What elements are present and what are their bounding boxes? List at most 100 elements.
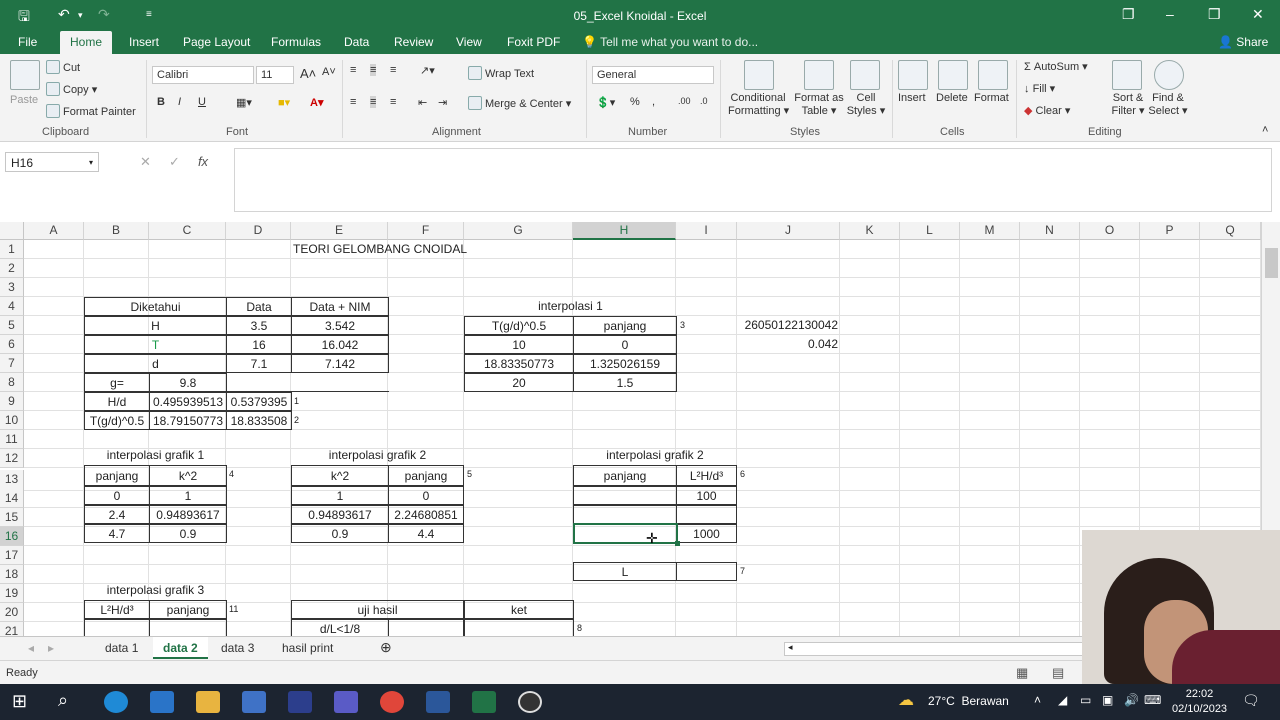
increase-decimal-icon[interactable]: .00 <box>678 96 691 106</box>
cell-ket[interactable]: ket <box>464 600 574 619</box>
cell-Tgd-2[interactable]: 18.833508 <box>226 411 292 430</box>
recorder-icon[interactable] <box>518 691 542 713</box>
close-icon[interactable]: ✕ <box>1252 6 1264 23</box>
cell-Tgd-label[interactable]: T(g/d)^0.5 <box>84 411 150 430</box>
cell-g1-r1b[interactable]: 1 <box>149 486 227 505</box>
increase-indent-icon[interactable]: ⇥ <box>438 96 447 109</box>
font-size-select[interactable]: 11 <box>256 66 294 84</box>
normal-view-icon[interactable]: ▦ <box>1016 665 1028 681</box>
cell-Hd-1[interactable]: 0.495939513 <box>149 392 227 411</box>
insert-cells-button[interactable]: Insert <box>898 92 926 104</box>
cell-interp1-title[interactable]: interpolasi 1 <box>464 297 677 316</box>
share-button[interactable]: 👤 Share <box>1218 35 1268 49</box>
conditional-formatting-button[interactable]: Conditional Formatting ▾ <box>728 92 789 117</box>
battery-icon[interactable]: ▭ <box>1080 693 1091 707</box>
decrease-decimal-icon[interactable]: .0 <box>700 96 708 106</box>
cell-g1-h1[interactable]: panjang <box>84 465 150 486</box>
row-header-1[interactable]: 1 <box>0 240 24 259</box>
row-header-18[interactable]: 18 <box>0 565 24 584</box>
cell-g3-h2[interactable]: panjang <box>149 600 227 619</box>
network-icon[interactable]: ◢ <box>1058 693 1067 707</box>
cell-note-2[interactable]: 2 <box>294 411 314 430</box>
fill-handle[interactable] <box>675 541 680 546</box>
speaker-icon[interactable]: 🔊 <box>1124 693 1139 707</box>
cell-g-label[interactable]: g= <box>84 373 150 392</box>
column-header-b[interactable]: B <box>84 222 149 240</box>
cell-g1-title[interactable]: interpolasi grafik 1 <box>84 446 227 465</box>
clock[interactable]: 22:02 02/10/2023 <box>1172 687 1227 717</box>
tray-chevron-icon[interactable]: ˄ <box>1034 693 1041 707</box>
tab-file[interactable]: File <box>18 35 37 49</box>
italic-button[interactable]: I <box>178 96 181 108</box>
font-color-icon[interactable]: A▾ <box>310 96 323 109</box>
cell-g2b-h1[interactable]: panjang <box>573 465 677 486</box>
file-explorer-icon[interactable] <box>196 691 220 713</box>
sheet-tab-data1[interactable]: data 1 <box>105 641 138 655</box>
edge-icon[interactable] <box>104 691 128 713</box>
cell-g2b-r1b[interactable]: 100 <box>676 486 737 505</box>
column-header-n[interactable]: N <box>1020 222 1080 240</box>
column-header-a[interactable]: A <box>24 222 84 240</box>
cell-uji-hasil[interactable]: uji hasil <box>291 600 464 619</box>
row-header-19[interactable]: 19 <box>0 584 24 603</box>
cell-dL-ket[interactable] <box>464 619 574 636</box>
vertical-scroll-thumb[interactable] <box>1265 248 1278 278</box>
underline-button[interactable]: U <box>198 96 206 108</box>
column-header-l[interactable]: L <box>900 222 960 240</box>
column-header-f[interactable]: F <box>388 222 464 240</box>
column-header-g[interactable]: G <box>464 222 573 240</box>
column-header-j[interactable]: J <box>737 222 840 240</box>
orientation-icon[interactable]: ↗▾ <box>420 64 435 77</box>
row-header-2[interactable]: 2 <box>0 259 24 278</box>
tab-foxit-pdf[interactable]: Foxit PDF <box>507 35 560 49</box>
cell-g2b-r2b[interactable] <box>676 505 737 524</box>
ribbon-display-icon[interactable]: ❐ <box>1122 6 1135 23</box>
paste-button[interactable]: Paste <box>10 94 38 106</box>
align-center-icon[interactable]: ≡ <box>370 96 377 108</box>
cell-g1-r2b[interactable]: 0.94893617 <box>149 505 227 524</box>
align-top-icon[interactable]: ≡ <box>350 64 356 76</box>
cancel-icon[interactable]: ✕ <box>140 154 151 169</box>
cell-g1-h2[interactable]: k^2 <box>149 465 227 486</box>
cell-T-nim[interactable]: 16.042 <box>291 335 389 354</box>
cell-J6[interactable]: 0.042 <box>738 335 840 354</box>
row-header-8[interactable]: 8 <box>0 373 24 392</box>
cell-g1-r3b[interactable]: 0.9 <box>149 524 227 543</box>
column-header-p[interactable]: P <box>1140 222 1200 240</box>
format-as-table-icon[interactable] <box>804 60 834 90</box>
cell-H-data[interactable]: 3.5 <box>226 316 292 335</box>
excel-icon[interactable] <box>472 691 496 713</box>
column-header-k[interactable]: K <box>840 222 900 240</box>
align-middle-icon[interactable]: ≡ <box>370 64 377 76</box>
cell-g2b-r1a[interactable] <box>573 486 677 505</box>
cell-Hd-2[interactable]: 0.5379395 <box>226 392 292 411</box>
paste-icon[interactable] <box>10 60 40 90</box>
cell-g3-h1[interactable]: L²H/d³ <box>84 600 150 619</box>
prev-sheet-icon[interactable]: ◂ <box>28 641 34 655</box>
grow-font-icon[interactable]: A˄ <box>300 66 316 81</box>
format-painter-button[interactable]: Format Painter <box>46 104 136 118</box>
row-header-21[interactable]: 21 <box>0 622 24 636</box>
row-header-20[interactable]: 20 <box>0 603 24 622</box>
cell-d-data[interactable]: 7.1 <box>226 354 292 373</box>
row-header-4[interactable]: 4 <box>0 297 24 316</box>
windows-start-icon[interactable]: ⊞ <box>12 691 27 712</box>
snip-icon[interactable] <box>288 691 312 713</box>
cell-J5[interactable]: 26050122130042 <box>738 316 840 335</box>
cell-g2-r1a[interactable]: 1 <box>291 486 389 505</box>
column-header-o[interactable]: O <box>1080 222 1140 240</box>
row-header-12[interactable]: 12 <box>0 449 24 468</box>
format-cells-icon[interactable] <box>978 60 1008 90</box>
search-icon[interactable]: ⌕ <box>58 690 68 711</box>
enter-icon[interactable]: ✓ <box>169 154 180 169</box>
cell-title[interactable]: TEORI GELOMBANG CNOIDAL <box>226 240 534 259</box>
tab-home[interactable]: Home <box>60 31 113 54</box>
row-header-11[interactable]: 11 <box>0 430 24 449</box>
scroll-left-icon[interactable]: ◂ <box>788 642 793 653</box>
row-header-6[interactable]: 6 <box>0 335 24 354</box>
align-right-icon[interactable]: ≡ <box>390 96 396 108</box>
cell-g3-title[interactable]: interpolasi grafik 3 <box>84 581 227 600</box>
cut-button[interactable]: Cut <box>46 60 80 74</box>
font-name-select[interactable]: Calibri <box>152 66 254 84</box>
percent-icon[interactable]: % <box>630 96 640 108</box>
